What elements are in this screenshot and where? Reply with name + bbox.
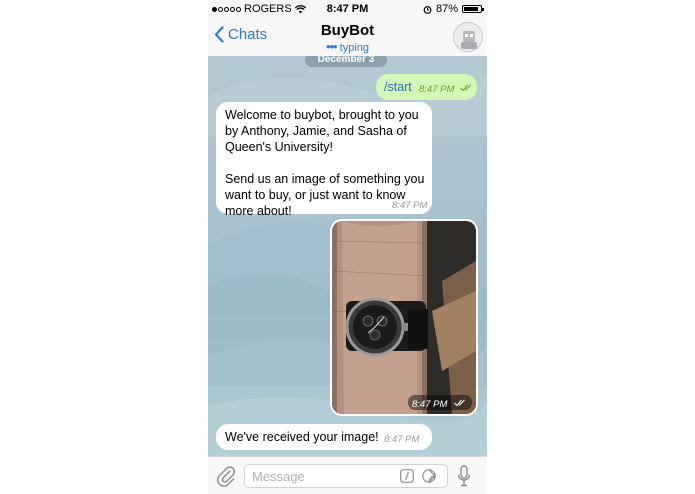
message-outgoing[interactable]: /start 8:47 PM bbox=[376, 74, 477, 100]
message-line: by Anthony, Jamie, and Sasha of bbox=[225, 124, 407, 138]
message-line: Queen's University! bbox=[225, 140, 333, 154]
phone-screen: ROGERS 8:47 PM 87% Chats BuyBot ••• typi… bbox=[208, 0, 487, 494]
double-check-icon bbox=[454, 399, 465, 407]
status-bar: ROGERS 8:47 PM 87% bbox=[208, 0, 487, 18]
typing-dots-icon: ••• bbox=[325, 39, 338, 54]
message-composer bbox=[208, 456, 487, 494]
message-field[interactable] bbox=[244, 464, 448, 488]
battery-icon bbox=[462, 5, 484, 13]
sticker-icon[interactable] bbox=[422, 469, 436, 483]
message-incoming[interactable]: Welcome to buybot, brought to you by Ant… bbox=[216, 102, 432, 218]
slash-command-icon[interactable] bbox=[400, 469, 414, 483]
chat-area[interactable]: December 3 /start 8:47 PM Welcome to buy… bbox=[208, 56, 487, 456]
message-text: /start bbox=[384, 80, 412, 94]
double-check-icon bbox=[460, 84, 471, 92]
microphone-icon[interactable] bbox=[457, 465, 471, 487]
chat-title[interactable]: BuyBot bbox=[208, 22, 487, 39]
chat-header: Chats BuyBot ••• typing bbox=[208, 18, 487, 57]
message-time: 8:47 PM bbox=[384, 434, 420, 445]
photo-message[interactable]: 8:47 PM bbox=[330, 219, 478, 416]
message-incoming[interactable]: We've received your image! 8:47 PM bbox=[216, 424, 432, 450]
typing-label: typing bbox=[339, 42, 370, 54]
battery-percent: 87% bbox=[435, 3, 458, 15]
message-time: 8:47 PM bbox=[419, 84, 455, 95]
status-right: 87% bbox=[423, 3, 484, 15]
message-line: Send us an image of something you bbox=[225, 172, 425, 186]
bot-avatar[interactable] bbox=[453, 22, 483, 52]
message-input[interactable] bbox=[250, 468, 394, 485]
typing-status: ••• typing bbox=[208, 39, 487, 54]
date-separator: December 3 bbox=[305, 56, 387, 67]
watch-photo[interactable] bbox=[332, 221, 476, 414]
message-time: 8:47 PM bbox=[392, 200, 428, 211]
message-time: 8:47 PM bbox=[412, 399, 448, 410]
message-text: We've received your image! bbox=[225, 430, 379, 444]
paperclip-icon[interactable] bbox=[216, 465, 236, 487]
message-line: Welcome to buybot, brought to you bbox=[225, 108, 419, 122]
alarm-icon bbox=[423, 5, 432, 14]
